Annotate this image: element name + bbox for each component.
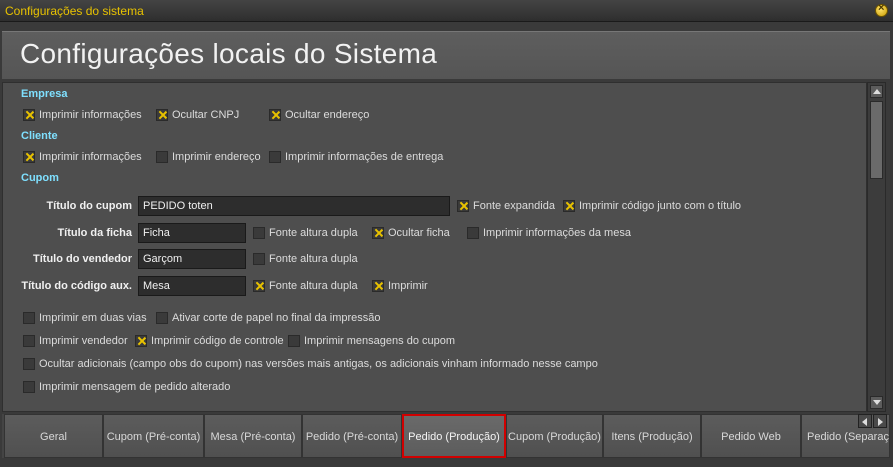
label-titulo-cupom: Título do cupom <box>46 200 132 212</box>
checkbox-codaux-imprimir[interactable]: Imprimir <box>372 280 428 292</box>
tab-pedido-producao[interactable]: Pedido (Produção) <box>402 414 506 458</box>
tabs-scroll-right-icon[interactable] <box>873 414 887 428</box>
tab-geral[interactable]: Geral <box>4 414 103 458</box>
settings-panel: Empresa Imprimir informações Ocultar CNP… <box>2 82 867 412</box>
checkbox-label: Imprimir mensagens do cupom <box>304 335 456 347</box>
checkbox-label: Ocultar CNPJ <box>172 109 240 121</box>
tab-mesa-pre-conta[interactable]: Mesa (Pré-conta) <box>204 414 302 458</box>
close-icon[interactable] <box>875 2 888 17</box>
scroll-up-icon[interactable] <box>870 85 883 98</box>
checkbox-box[interactable] <box>372 227 384 239</box>
checkbox-imprimir-vendedor[interactable]: Imprimir vendedor <box>23 335 128 347</box>
checkbox-label: Imprimir informações da mesa <box>483 227 631 239</box>
label-titulo-vendedor: Título do vendedor <box>33 253 132 265</box>
checkbox-box[interactable] <box>253 253 265 265</box>
checkbox-cliente-imprimir-informacoes[interactable]: Imprimir informações <box>23 151 142 163</box>
checkbox-label: Imprimir vendedor <box>39 335 128 347</box>
checkbox-label: Ocultar adicionais (campo obs do cupom) … <box>39 358 598 370</box>
main-frame: Configurações locais do Sistema Empresa … <box>0 22 893 467</box>
tab-cupom-pre-conta[interactable]: Cupom (Pré-conta) <box>103 414 204 458</box>
checkbox-ocultar-adicionais[interactable]: Ocultar adicionais (campo obs do cupom) … <box>23 358 598 370</box>
checkbox-box[interactable] <box>23 312 35 324</box>
scroll-down-icon[interactable] <box>870 396 883 409</box>
checkbox-imprimir-duas-vias[interactable]: Imprimir em duas vias <box>23 312 147 324</box>
checkbox-ficha-imprimir-info-mesa[interactable]: Imprimir informações da mesa <box>467 227 631 239</box>
checkbox-ficha-fonte-altura-dupla[interactable]: Fonte altura dupla <box>253 227 358 239</box>
checkbox-cliente-imprimir-info-entrega[interactable]: Imprimir informações de entrega <box>269 151 443 163</box>
checkbox-box[interactable] <box>457 200 469 212</box>
checkbox-box[interactable] <box>467 227 479 239</box>
tab-itens-producao[interactable]: Itens (Produção) <box>603 414 701 458</box>
section-empresa: Empresa <box>21 88 68 100</box>
checkbox-label: Fonte altura dupla <box>269 227 358 239</box>
checkbox-box[interactable] <box>253 227 265 239</box>
checkbox-imprimir-pedido-alterado[interactable]: Imprimir mensagem de pedido alterado <box>23 381 230 393</box>
checkbox-box[interactable] <box>269 109 281 121</box>
page-title: Configurações locais do Sistema <box>20 38 438 69</box>
checkbox-box[interactable] <box>156 109 168 121</box>
checkbox-label: Imprimir <box>388 280 428 292</box>
tab-pedido-web[interactable]: Pedido Web <box>701 414 801 458</box>
checkbox-box[interactable] <box>156 151 168 163</box>
checkbox-empresa-ocultar-cnpj[interactable]: Ocultar CNPJ <box>156 109 239 121</box>
checkbox-box[interactable] <box>253 280 265 292</box>
checkbox-box[interactable] <box>156 312 168 324</box>
tab-bar: Geral Cupom (Pré-conta) Mesa (Pré-conta)… <box>2 414 890 458</box>
label-titulo-ficha: Título da ficha <box>57 227 132 239</box>
checkbox-box[interactable] <box>135 335 147 347</box>
checkbox-imprimir-codigo-controle[interactable]: Imprimir código de controle <box>135 335 284 347</box>
checkbox-label: Imprimir informações <box>39 151 142 163</box>
page-header: Configurações locais do Sistema <box>2 31 890 79</box>
checkbox-ficha-ocultar[interactable]: Ocultar ficha <box>372 227 450 239</box>
checkbox-cupom-imprimir-codigo-titulo[interactable]: Imprimir código junto com o título <box>563 200 741 212</box>
titulo-codigo-aux-input[interactable] <box>138 276 246 296</box>
checkbox-label: Fonte expandida <box>473 200 555 212</box>
checkbox-box[interactable] <box>563 200 575 212</box>
checkbox-label: Imprimir código junto com o título <box>579 200 742 212</box>
checkbox-label: Ocultar endereço <box>285 109 370 121</box>
checkbox-label: Imprimir informações de entrega <box>285 151 444 163</box>
checkbox-box[interactable] <box>23 381 35 393</box>
window-titlebar: Configurações do sistema <box>0 0 893 22</box>
titulo-ficha-input[interactable] <box>138 223 246 243</box>
checkbox-cliente-imprimir-endereco[interactable]: Imprimir endereço <box>156 151 261 163</box>
label-titulo-codigo-aux: Título do código aux. <box>21 280 132 292</box>
checkbox-box[interactable] <box>23 109 35 121</box>
scrollbar-thumb[interactable] <box>870 101 883 179</box>
tab-pedido-pre-conta[interactable]: Pedido (Pré-conta) <box>302 414 402 458</box>
checkbox-label: Imprimir em duas vias <box>39 312 147 324</box>
checkbox-empresa-imprimir-informacoes[interactable]: Imprimir informações <box>23 109 142 121</box>
checkbox-box[interactable] <box>23 335 35 347</box>
checkbox-label: Fonte altura dupla <box>269 280 358 292</box>
checkbox-imprimir-mensagens-cupom[interactable]: Imprimir mensagens do cupom <box>288 335 455 347</box>
checkbox-label: Imprimir endereço <box>172 151 261 163</box>
checkbox-label: Imprimir mensagem de pedido alterado <box>39 381 231 393</box>
checkbox-codaux-fonte-altura-dupla[interactable]: Fonte altura dupla <box>253 280 358 292</box>
section-cliente: Cliente <box>21 130 58 142</box>
checkbox-empresa-ocultar-endereco[interactable]: Ocultar endereço <box>269 109 369 121</box>
window-title: Configurações do sistema <box>5 4 144 18</box>
checkbox-box[interactable] <box>372 280 384 292</box>
checkbox-label: Fonte altura dupla <box>269 253 358 265</box>
checkbox-box[interactable] <box>269 151 281 163</box>
checkbox-box[interactable] <box>23 151 35 163</box>
checkbox-label: Ativar corte de papel no final da impres… <box>172 312 381 324</box>
tab-cupom-producao[interactable]: Cupom (Produção) <box>506 414 603 458</box>
section-cupom: Cupom <box>21 172 59 184</box>
tabs-scroll-left-icon[interactable] <box>858 414 872 428</box>
vertical-scrollbar[interactable] <box>867 82 886 412</box>
checkbox-label: Ocultar ficha <box>388 227 450 239</box>
checkbox-box[interactable] <box>23 358 35 370</box>
checkbox-label: Imprimir informações <box>39 109 142 121</box>
checkbox-ativar-corte-papel[interactable]: Ativar corte de papel no final da impres… <box>156 312 381 324</box>
titulo-cupom-input[interactable] <box>138 196 450 216</box>
titulo-vendedor-input[interactable] <box>138 249 246 269</box>
checkbox-label: Imprimir código de controle <box>151 335 284 347</box>
checkbox-box[interactable] <box>288 335 300 347</box>
checkbox-vendedor-fonte-altura-dupla[interactable]: Fonte altura dupla <box>253 253 358 265</box>
checkbox-cupom-fonte-expandida[interactable]: Fonte expandida <box>457 200 555 212</box>
